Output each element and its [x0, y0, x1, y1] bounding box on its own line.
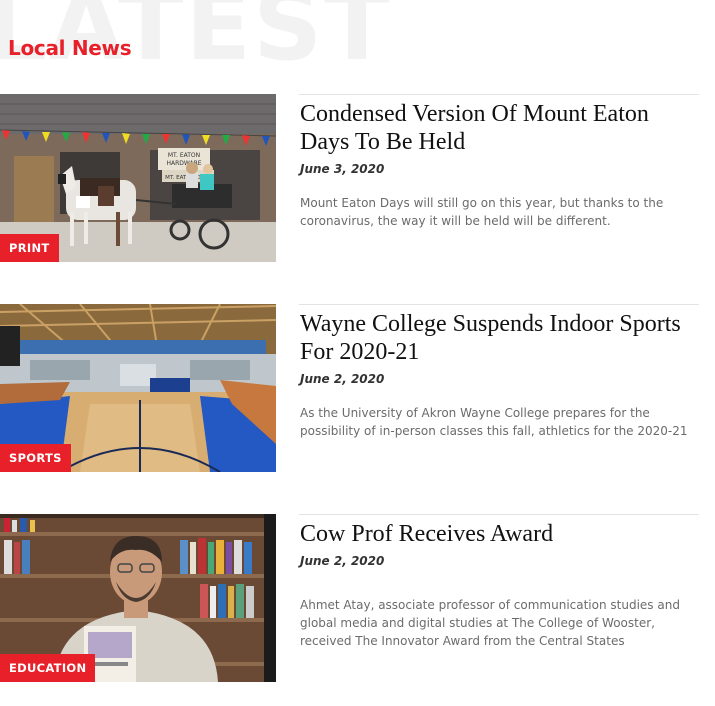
article-excerpt: Mount Eaton Days will still go on this y…: [300, 196, 664, 228]
article-date: June 2, 2020: [300, 372, 385, 386]
article-divider: [299, 304, 699, 305]
article-thumbnail[interactable]: SPORTS: [0, 304, 276, 472]
article-headline[interactable]: Wayne College Suspends Indoor Sports For…: [300, 310, 700, 366]
article-divider: [299, 514, 699, 515]
article-thumbnail[interactable]: MT. EATON HARDWARE MT. EATON DAYS: [0, 94, 276, 262]
article-card: SPORTS Wayne College Suspends Indoor Spo…: [0, 304, 715, 474]
article-date: June 3, 2020: [300, 162, 385, 176]
article-headline[interactable]: Cow Prof Receives Award: [300, 520, 700, 548]
article-excerpt: Ahmet Atay, associate professor of commu…: [300, 598, 680, 648]
category-badge-print[interactable]: PRINT: [0, 234, 59, 262]
category-badge-education[interactable]: EDUCATION: [0, 654, 96, 682]
article-excerpt: As the University of Akron Wayne College…: [300, 406, 688, 438]
sign-line-1: MT. EATON: [168, 152, 200, 159]
article-card: MT. EATON HARDWARE MT. EATON DAYS: [0, 94, 715, 264]
article-card: EDUCATION Cow Prof Receives Award June 2…: [0, 514, 715, 684]
section-title: Local News: [8, 36, 132, 60]
category-badge-sports[interactable]: SPORTS: [0, 444, 71, 472]
article-thumbnail[interactable]: EDUCATION: [0, 514, 276, 682]
article-date: June 2, 2020: [300, 554, 385, 568]
article-divider: [299, 94, 699, 95]
article-headline[interactable]: Condensed Version Of Mount Eaton Days To…: [300, 100, 700, 156]
